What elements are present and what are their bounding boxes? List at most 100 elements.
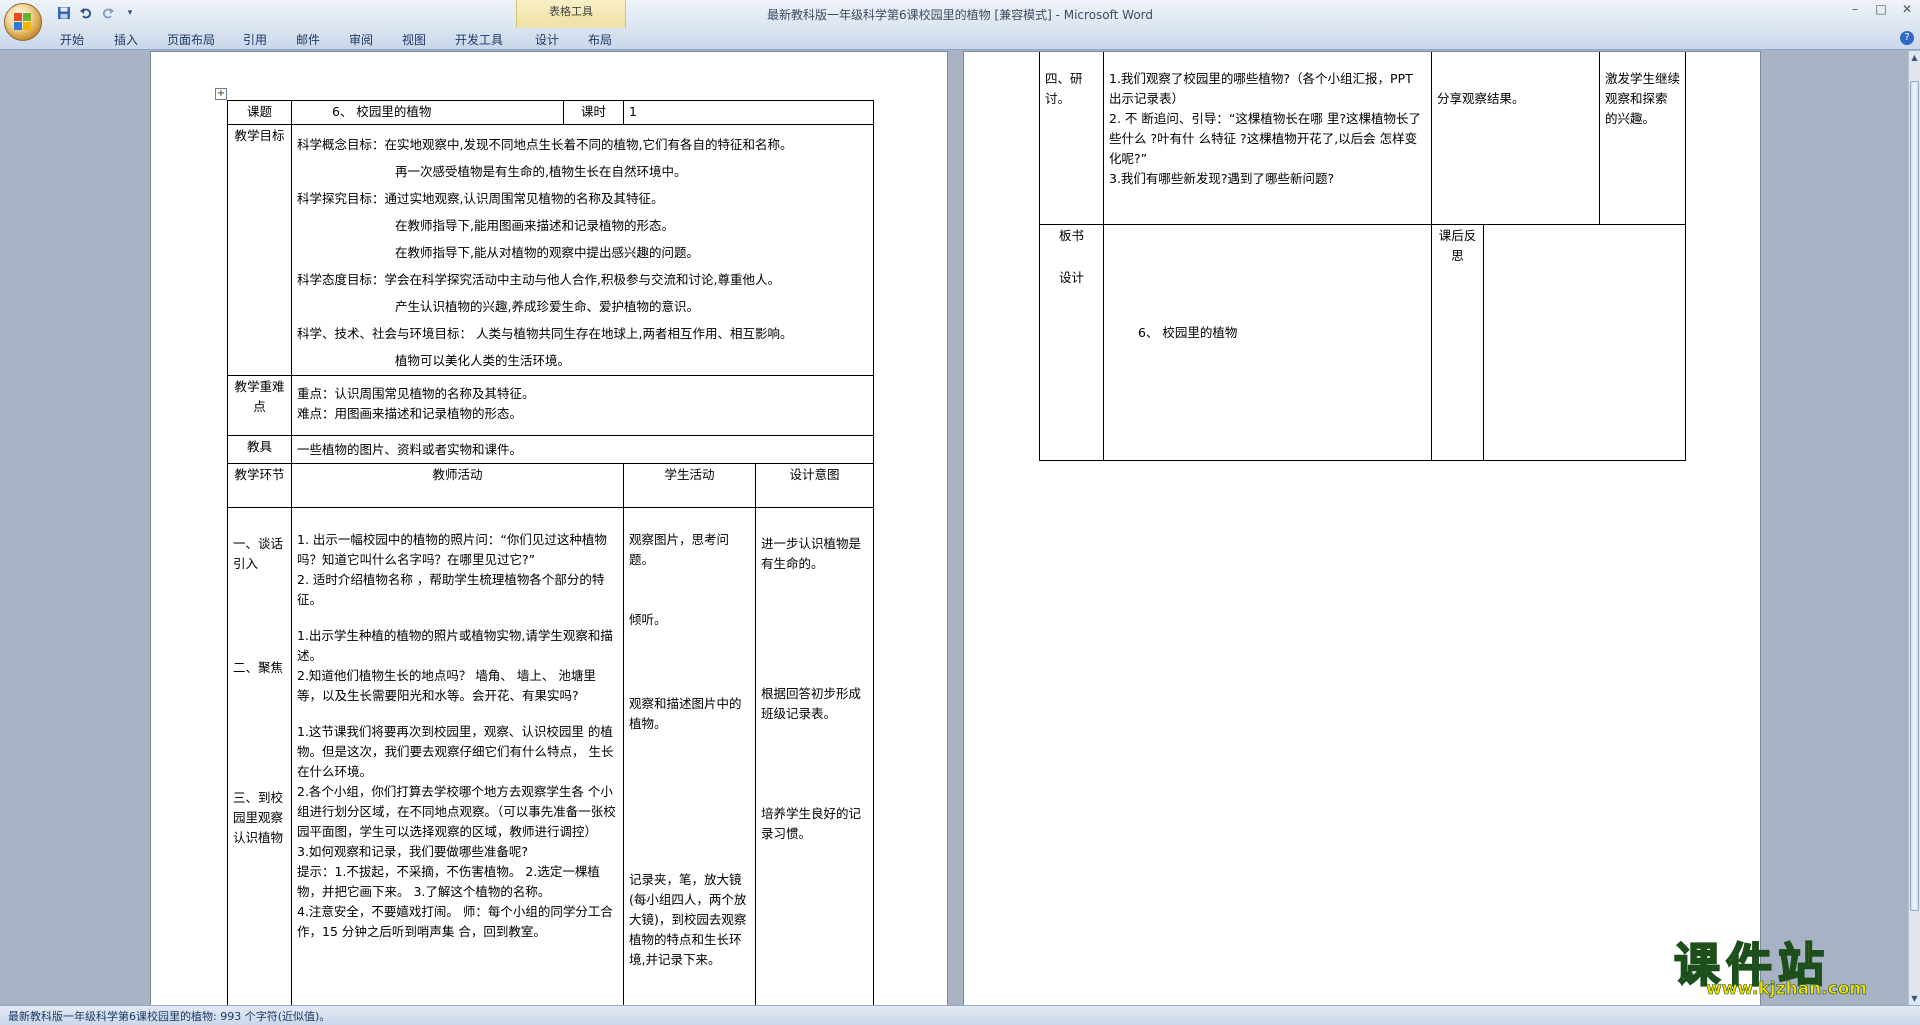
quick-access-toolbar: ▾ [56,5,138,21]
tab-review[interactable]: 审阅 [349,31,373,48]
redo-icon[interactable] [100,5,116,21]
student-activity-cell: 观察图片，思考问题。 倾听。 观察和描述图片中的植物。 记录夹，笔，放大镜(每小… [623,507,756,1005]
goal-line: 在教师指导下,能用图画来描述和记录植物的形态。 [395,218,674,233]
undo-icon[interactable] [78,5,94,21]
teacher-line: 2.各个小组，你们打算去学校哪个地方去观察学生各 个小组进行划分区域，在不同地点… [297,784,616,839]
scrollbar-thumb[interactable] [1910,81,1919,911]
tab-developer[interactable]: 开发工具 [455,31,503,48]
teacher-line: 提示：1.不拔起，不采摘，不伤害植物。 2.选定一棵植物，并把它画下来。 3.了… [297,864,600,899]
watermark-url: www.kjzhan.com [1706,979,1868,1000]
goal-line: 科学、技术、社会与环境目标： 人类与植物共同生存在地球上,两者相互作用、相互影响… [297,326,793,341]
student-activity-cell: 分享观察结果。 [1430,52,1601,225]
board-label-line: 设计 [1058,270,1084,285]
intent-line: 培养学生良好的记录习惯。 [761,806,862,841]
col-student-header: 学生活动 [623,463,756,508]
table-row: 教学目标 科学概念目标：在实地观察中,发现不同地点生长着不同的植物,它们有各自的… [227,124,875,376]
stage-item: 一、谈话引入 [233,536,284,571]
tab-view[interactable]: 视图 [402,31,426,48]
document-workspace: + 课题 6、 校园里的植物 课时 1 教学目标 科学概念目标：在实地观察中,发… [0,51,1908,1005]
goals-content: 科学概念目标：在实地观察中,发现不同地点生长着不同的植物,它们有各自的特征和名称… [290,124,875,376]
scroll-up-icon[interactable]: ▲ [1910,53,1919,62]
word-count-status[interactable]: 最新教科版一年级科学第6课校园里的植物: 993 个字符(近似值)。 [8,1008,330,1024]
tab-table-design[interactable]: 设计 [535,31,559,48]
materials-label: 教具 [227,435,292,464]
table-row: 板书 设计 6、 校园里的植物 课后反思 [1039,224,1687,461]
col-intent-header: 设计意图 [754,463,875,508]
table-row: 教学重难点 重点：认识周围常见植物的名称及其特征。 难点：用图画来描述和记录植物… [227,375,875,436]
title-bar: 表格工具 最新教科版一年级科学第6课校园里的植物 [兼容模式] - Micros… [0,0,1920,40]
save-icon[interactable] [56,5,72,21]
table-move-handle-icon[interactable]: + [215,88,227,100]
stage-4-cell: 四、研讨。 [1039,52,1104,225]
teacher-line: 2.知道他们植物生长的地点吗？ 墙角、 墙上、 池塘里等，以及生长需要阳光和水等… [297,668,596,703]
board-label-line: 板书 [1058,228,1084,243]
goal-line: 在教师指导下,能从对植物的观察中提出感兴趣的问题。 [395,245,699,260]
teacher-line: 2. 适时介绍植物名称 ，帮助学生梳理植物各个部分的特征。 [297,572,605,607]
table-row: 教学环节 教师活动 学生活动 设计意图 [227,463,875,508]
tab-references[interactable]: 引用 [243,31,267,48]
key-points-content: 重点：认识周围常见植物的名称及其特征。 难点：用图画来描述和记录植物的形态。 [290,375,875,436]
close-icon[interactable]: ✕ [1900,2,1914,16]
student-line: 倾听。 [629,612,667,627]
period-label: 课时 [563,100,624,125]
teacher-line: 3.如何观察和记录，我们要做哪些准备呢? [297,844,529,859]
maximize-icon[interactable]: □ [1874,2,1888,16]
table-row: 一、谈话引入 二、聚焦 三、到校园里观察认识植物 1. 出示一幅校园中的植物的照… [227,507,875,1005]
teacher-line: 1. 出示一幅校园中的植物的照片问：“你们见过这种植物吗？知道它叫什么名字吗？在… [297,532,607,567]
goal-line: 再一次感受植物是有生命的,植物生长在自然环境中。 [395,164,687,179]
customize-qat-icon[interactable]: ▾ [122,5,138,21]
table-row: 课题 6、 校园里的植物 课时 1 [227,100,875,125]
col-teacher-header: 教师活动 [291,463,624,508]
teacher-line: 1.我们观察了校园里的哪些植物?（各个小组汇报，PPT 出示记录表） [1109,71,1417,106]
board-design-label: 板书 设计 [1039,224,1104,461]
goal-line: 科学探究目标：通过实地观察,认识周围常见植物的名称及其特征。 [297,191,664,206]
reflection-content[interactable] [1482,224,1687,461]
student-line: 记录夹，笔，放大镜(每小组四人，两个放 大镜)，到校园去观察植物的特点和生长环境… [629,872,751,967]
tab-mailings[interactable]: 邮件 [296,31,320,48]
lesson-plan-table: 课题 6、 校园里的植物 课时 1 教学目标 科学概念目标：在实地观察中,发现不… [227,100,875,1005]
teacher-activity-cell: 1. 出示一幅校园中的植物的照片问：“你们见过这种植物吗？知道它叫什么名字吗？在… [291,507,624,1005]
teacher-line: 3.我们有哪些新发现?遇到了哪些新问题? [1109,171,1335,186]
tab-insert[interactable]: 插入 [114,31,138,48]
teacher-line: 1.出示学生种植的植物的照片或植物实物,请学生观察和描述。 [297,628,613,663]
tab-home[interactable]: 开始 [60,31,84,48]
minimize-icon[interactable]: – [1848,2,1862,16]
ribbon-tabs: 开始 插入 页面布局 引用 邮件 审阅 视图 开发工具 设计 布局 [0,28,1920,50]
table-row: 教具 一些植物的图片、资料或者实物和课件。 [227,435,875,464]
stage-item: 三、到校园里观察认识植物 [233,790,284,845]
goal-line: 植物可以美化人类的生活环境。 [395,353,571,368]
tab-page-layout[interactable]: 页面布局 [167,31,215,48]
topic-value: 6、 校园里的植物 [291,100,564,125]
stages-cell: 一、谈话引入 二、聚焦 三、到校园里观察认识植物 [227,507,292,1005]
intent-line: 根据回答初步形成班级记录表。 [761,686,862,721]
goal-line: 科学态度目标：学会在科学探究活动中主动与他人合作,积极参与交流和讨论,尊重他人。 [297,272,780,287]
tab-table-layout[interactable]: 布局 [588,31,612,48]
key-point-line: 难点：用图画来描述和记录植物的形态。 [297,406,523,421]
table-row: 四、研讨。 1.我们观察了校园里的哪些植物?（各个小组汇报，PPT 出示记录表）… [1039,52,1687,225]
vertical-scrollbar[interactable]: ▲ ▼ [1908,51,1920,1005]
document-page-1[interactable]: + 课题 6、 校园里的植物 课时 1 教学目标 科学概念目标：在实地观察中,发… [150,51,948,1005]
stage-item: 二、聚焦 [233,660,284,675]
window-controls: – □ ✕ [1848,2,1914,16]
board-design-content: 6、 校园里的植物 [1103,224,1432,461]
teacher-line: 1.这节课我们将要再次到校园里，观察、认识校园里 的植物。但是这次，我们要去观察… [297,724,614,779]
goal-line: 科学概念目标：在实地观察中,发现不同地点生长着不同的植物,它们有各自的特征和名称… [297,137,793,152]
key-points-label: 教学重难点 [227,375,292,436]
teacher-line: 4.注意安全，不要嬉戏打闹。 师：每个小组的同学分工合作，15 分钟之后听到哨声… [297,904,613,939]
window-title: 最新教科版一年级科学第6课校园里的植物 [兼容模式] - Microsoft W… [766,8,1154,22]
topic-label: 课题 [227,100,292,125]
office-button-icon[interactable] [4,3,42,41]
goals-label: 教学目标 [227,124,292,376]
goal-line: 产生认识植物的兴趣,养成珍爱生命、爱护植物的意识。 [395,299,699,314]
status-bar: 最新教科版一年级科学第6课校园里的植物: 993 个字符(近似值)。 [0,1005,1920,1025]
help-icon[interactable]: ? [1900,31,1914,45]
student-line: 观察和描述图片中的植物。 [629,696,742,731]
design-intent-cell: 进一步认识植物是有生命的。 根据回答初步形成班级记录表。 培养学生良好的记录习惯… [754,507,875,1005]
document-page-2[interactable]: 四、研讨。 1.我们观察了校园里的哪些植物?（各个小组汇报，PPT 出示记录表）… [963,51,1761,1005]
teacher-activity-cell: 1.我们观察了校园里的哪些植物?（各个小组汇报，PPT 出示记录表） 2. 不 … [1103,52,1432,225]
scroll-down-icon[interactable]: ▼ [1910,994,1919,1003]
lesson-plan-table-continued: 四、研讨。 1.我们观察了校园里的哪些植物?（各个小组汇报，PPT 出示记录表）… [1039,52,1687,461]
materials-content: 一些植物的图片、资料或者实物和课件。 [290,435,875,464]
period-value: 1 [622,100,875,125]
site-watermark-logo: 课件站 www.kjzhan.com [1673,929,1904,1000]
